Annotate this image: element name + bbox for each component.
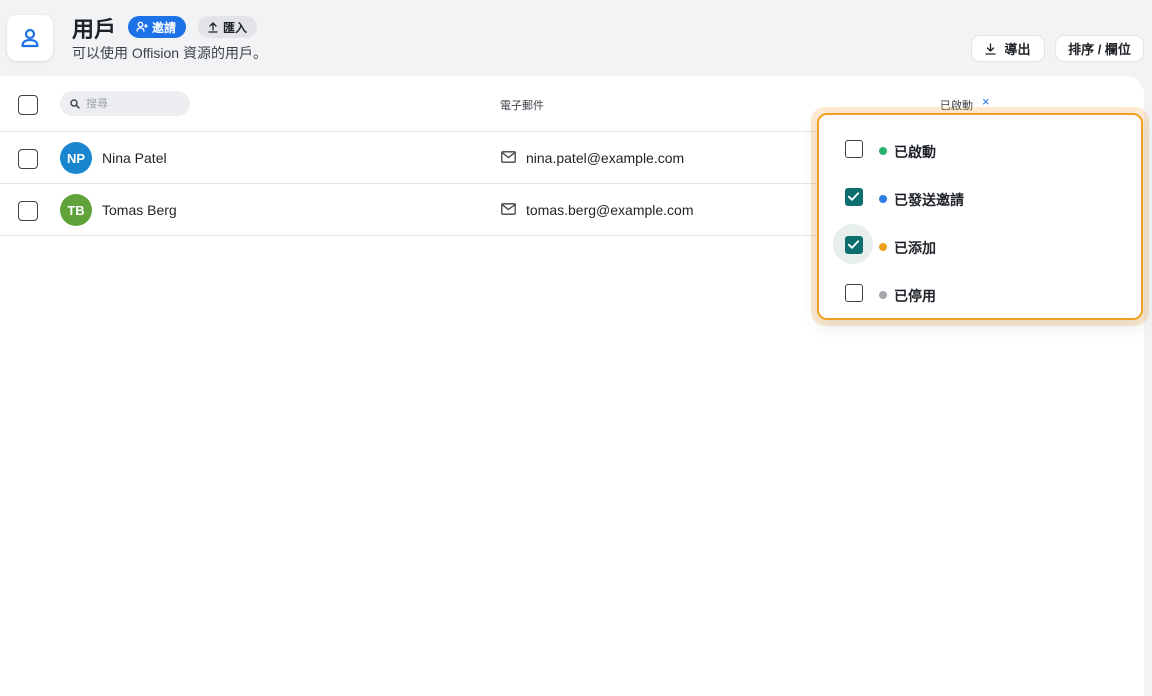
status-dot	[879, 147, 887, 155]
page-subtitle: 可以使用 Offision 資源的用戶。	[72, 45, 267, 61]
status-option-active[interactable]: 已啟動	[819, 122, 1141, 170]
column-header-email[interactable]: 電子郵件	[500, 97, 544, 113]
status-dot	[879, 243, 887, 251]
search-icon	[70, 98, 80, 109]
download-icon	[985, 42, 997, 55]
upload-icon	[208, 21, 218, 33]
avatar: NP	[60, 142, 92, 174]
status-option-label: 已發送邀請	[894, 192, 964, 208]
row-checkbox[interactable]	[18, 149, 38, 169]
status-option-label: 已停用	[894, 288, 936, 304]
import-button[interactable]: 匯入	[198, 16, 258, 38]
user-icon	[21, 28, 39, 48]
row-checkbox[interactable]	[18, 201, 38, 221]
users-app-icon	[7, 15, 53, 61]
mail-icon	[501, 151, 516, 163]
export-button-label: 導出	[1004, 42, 1031, 57]
status-option-invited[interactable]: 已發送邀請	[819, 170, 1141, 218]
search-box[interactable]	[60, 91, 190, 116]
invite-button[interactable]: 邀請	[128, 16, 187, 38]
invite-button-label: 邀請	[152, 20, 177, 35]
user-email: tomas.berg@example.com	[526, 202, 694, 218]
status-option-checkbox[interactable]	[845, 188, 863, 206]
checkmark-icon	[847, 240, 860, 249]
sort-columns-button[interactable]: 排序 / 欄位	[1055, 35, 1144, 62]
mail-icon	[501, 203, 516, 215]
search-input[interactable]	[86, 97, 182, 110]
status-option-checkbox[interactable]	[845, 284, 863, 302]
status-dot	[879, 291, 887, 299]
status-dot	[879, 195, 887, 203]
page-title: 用戶	[72, 17, 117, 42]
export-button[interactable]: 導出	[971, 35, 1045, 62]
user-name: Tomas Berg	[102, 202, 177, 218]
status-option-checkbox[interactable]	[845, 140, 863, 158]
checkmark-icon	[847, 192, 860, 201]
select-all-checkbox[interactable]	[18, 95, 38, 115]
avatar: TB	[60, 194, 92, 226]
status-filter-dropdown: 已啟動 已發送邀請 已添加 已停用	[817, 113, 1143, 320]
import-button-label: 匯入	[223, 20, 248, 35]
add-user-icon	[136, 21, 148, 32]
status-option-label: 已啟動	[894, 144, 936, 160]
status-option-checkbox[interactable]	[845, 236, 863, 254]
status-option-added[interactable]: 已添加	[819, 218, 1141, 266]
status-option-label: 已添加	[894, 240, 936, 256]
user-email: nina.patel@example.com	[526, 150, 685, 166]
page-header: 用戶 邀請 匯入 可以使用 Offision 資源的用戶。 導出 排序 / 欄位	[0, 0, 1152, 76]
user-name: Nina Patel	[102, 150, 167, 166]
status-option-disabled[interactable]: 已停用	[819, 266, 1141, 314]
